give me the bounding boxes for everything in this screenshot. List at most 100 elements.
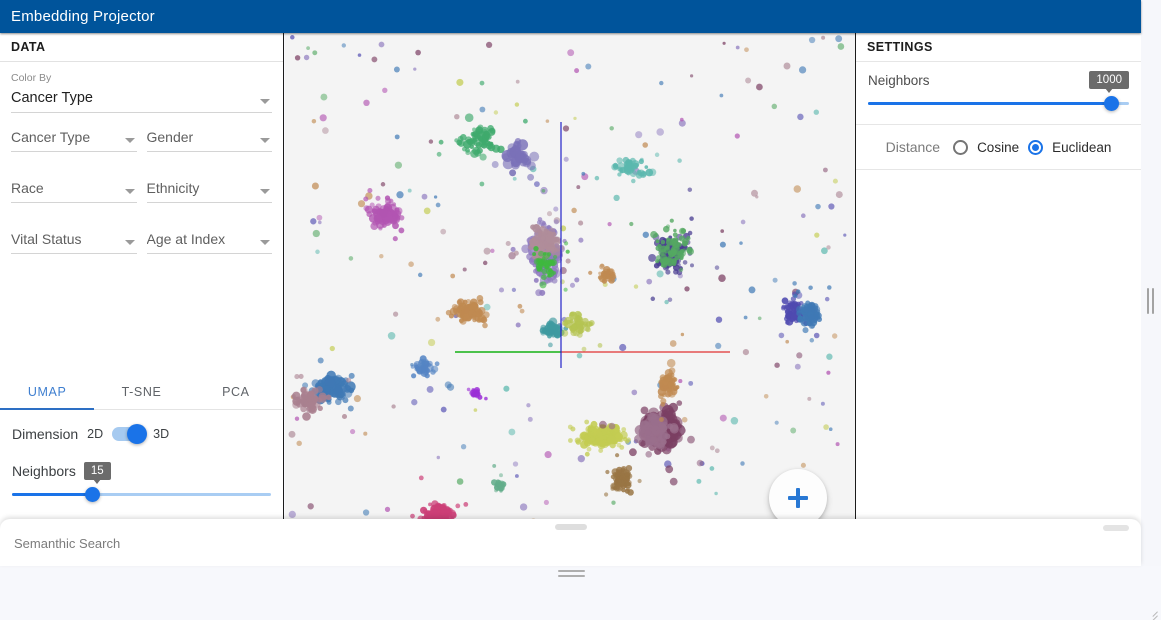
scatter-point — [689, 74, 694, 78]
radio-euclidean[interactable] — [1028, 139, 1044, 155]
scatter-point — [466, 139, 471, 144]
scatter-canvas[interactable] — [285, 33, 855, 554]
scatter-point — [544, 265, 550, 270]
panel-resize-handle[interactable] — [1145, 288, 1155, 314]
scatter-point — [573, 116, 577, 121]
scatter-point — [492, 144, 501, 153]
scatter-point — [798, 66, 807, 74]
scatter-point — [633, 284, 639, 289]
scatter-point — [306, 401, 315, 410]
scatter-point — [536, 262, 543, 270]
settings-neighbors-slider[interactable] — [868, 95, 1129, 111]
scatter-point — [745, 77, 752, 84]
umap-neighbors-slider[interactable] — [12, 486, 271, 502]
scatter-point — [565, 249, 570, 254]
scatter-point — [498, 287, 505, 293]
scatter-point — [418, 475, 424, 481]
scatter-point — [342, 397, 349, 404]
search-input[interactable]: Semanthic Search — [14, 536, 120, 551]
chevron-down-icon[interactable] — [260, 240, 270, 245]
filter-grid: Cancer Type Gender Race Ethnicity Vital … — [0, 113, 283, 254]
scatter-point — [310, 218, 317, 225]
tab-umap[interactable]: UMAP — [0, 374, 95, 410]
scatter-point — [651, 418, 659, 427]
scatter-point — [654, 152, 660, 158]
scatter-point — [568, 438, 573, 443]
filter-row: Cancer Type Gender — [11, 127, 272, 152]
filter-cancer-type[interactable]: Cancer Type — [11, 127, 137, 152]
scatter-point — [394, 134, 400, 140]
chevron-down-icon[interactable] — [260, 138, 270, 143]
scatter-point — [808, 301, 815, 308]
filter-ethnicity[interactable]: Ethnicity — [146, 178, 272, 203]
scatter-point — [774, 420, 779, 425]
sheet-drag-handle[interactable] — [554, 524, 587, 530]
scatter-point — [570, 328, 576, 333]
filter-age-at-index[interactable]: Age at Index — [146, 229, 272, 254]
scatter-point — [584, 419, 590, 425]
scatter-point — [505, 240, 511, 247]
scatter-point — [751, 189, 758, 197]
scatter-point — [629, 448, 637, 457]
dimension-control: Dimension 2D 3D — [12, 423, 271, 445]
scatter-point — [669, 378, 674, 383]
scatter-point — [329, 345, 335, 352]
chevron-down-icon[interactable] — [260, 99, 270, 104]
scatter-point — [609, 126, 614, 131]
scatter-point — [794, 363, 801, 370]
scatter-point — [577, 455, 585, 463]
color-by-control[interactable]: Color By Cancer Type — [0, 62, 283, 113]
radio-euclidean-label[interactable]: Euclidean — [1052, 140, 1111, 155]
scatter-point — [627, 489, 634, 496]
scatter-point — [610, 482, 618, 490]
filter-vital-status[interactable]: Vital Status — [11, 229, 137, 254]
scatter-point — [654, 232, 659, 238]
scatter-point — [562, 125, 570, 132]
scatter-point — [411, 399, 418, 406]
scatter-point — [797, 315, 803, 321]
scatter-point — [657, 442, 665, 450]
scatter-point — [809, 338, 815, 343]
scatter-point — [814, 313, 819, 319]
scatter-point — [417, 272, 423, 278]
chevron-down-icon[interactable] — [124, 138, 135, 143]
tab-tsne[interactable]: T-SNE — [94, 374, 188, 409]
color-by-select[interactable]: Color By Cancer Type — [11, 72, 272, 113]
radio-cosine-label[interactable]: Cosine — [977, 140, 1019, 155]
chevron-down-icon[interactable] — [124, 240, 135, 245]
chevron-down-icon[interactable] — [260, 189, 270, 194]
scatter-point — [718, 274, 726, 282]
slider-thumb[interactable] — [85, 487, 101, 502]
scatter-point — [795, 289, 801, 294]
filter-label: Cancer Type — [11, 129, 91, 145]
scatter-point — [433, 195, 438, 199]
scatter-point — [648, 253, 657, 262]
scatter-point — [616, 442, 622, 448]
drag-line — [558, 570, 585, 572]
scatter-point — [843, 233, 847, 237]
filter-gender[interactable]: Gender — [146, 127, 272, 152]
scatter-point — [362, 509, 370, 516]
scatter-point — [617, 172, 622, 177]
scatter-point — [616, 157, 623, 164]
scatter-point — [774, 362, 780, 368]
window-resize-grip[interactable] — [1145, 604, 1158, 620]
scatter-point — [720, 229, 725, 233]
sheet-corner-handle[interactable] — [1103, 525, 1129, 531]
tab-pca[interactable]: PCA — [189, 374, 283, 409]
dimension-toggle[interactable] — [112, 424, 148, 444]
dimension-option-3d[interactable]: 3D — [153, 427, 169, 441]
scatter-point — [772, 277, 778, 283]
scatter-point — [503, 385, 510, 392]
chevron-down-icon[interactable] — [124, 189, 135, 194]
bottom-drag-handle[interactable] — [558, 570, 585, 579]
filter-race[interactable]: Race — [11, 178, 137, 203]
scatter-point — [294, 416, 300, 421]
dimension-option-2d[interactable]: 2D — [87, 427, 103, 441]
embedding-scatter-plot[interactable] — [285, 33, 855, 554]
slider-thumb[interactable] — [1103, 96, 1119, 111]
scatter-point — [544, 325, 550, 330]
scatter-point — [295, 396, 302, 402]
radio-cosine[interactable] — [953, 139, 969, 155]
scatter-point — [298, 373, 304, 379]
